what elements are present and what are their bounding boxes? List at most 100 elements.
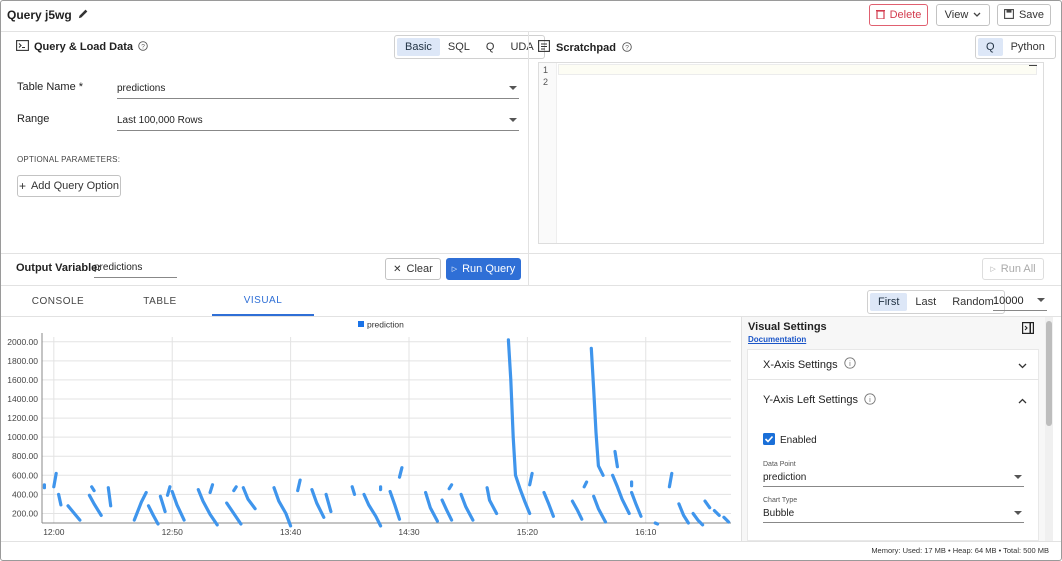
line-gutter <box>539 63 557 243</box>
data-point <box>592 494 608 524</box>
mode-uda[interactable]: UDA <box>502 38 541 56</box>
view-label: View <box>944 9 969 21</box>
x-tick-label: 12:00 <box>43 527 65 537</box>
table-name-select[interactable]: predictions <box>117 83 519 99</box>
memory-status: Memory: Used: 17 MB • Heap: 64 MB • Tota… <box>871 546 1049 555</box>
active-line <box>558 64 1037 75</box>
enabled-checkbox[interactable] <box>763 433 775 448</box>
y-axis-left-settings-section[interactable]: Y-Axis Left Settings i <box>747 381 1039 419</box>
data-point <box>570 499 584 521</box>
data-point <box>630 490 643 518</box>
query-title: Query j5wg <box>7 8 72 22</box>
view-button[interactable]: View <box>936 4 990 26</box>
enabled-label: Enabled <box>780 435 817 446</box>
output-variable-input[interactable]: predictions <box>94 262 177 278</box>
line-number: 1 <box>543 65 549 75</box>
data-point <box>232 485 238 493</box>
tab-console[interactable]: CONSOLE <box>7 286 109 316</box>
scratchpad-header: Scratchpad ? <box>538 40 632 55</box>
data-point <box>712 509 721 517</box>
paging-last[interactable]: Last <box>907 293 944 311</box>
run-all-label: Run All <box>1000 263 1036 275</box>
chart-type-select[interactable]: Bubble <box>763 508 1024 523</box>
table-name-label: Table Name * <box>17 81 84 93</box>
info-icon[interactable]: i <box>843 357 856 372</box>
lang-python[interactable]: Python <box>1003 38 1053 56</box>
data-point-select[interactable]: prediction <box>763 472 1024 487</box>
y-tick-label: 2000.00 <box>7 337 38 347</box>
chart-type-value: Bubble <box>763 508 795 519</box>
chevron-down-icon <box>973 9 981 21</box>
help-icon[interactable]: ? <box>138 40 148 54</box>
documentation-link[interactable]: Documentation <box>748 335 806 344</box>
run-all-button[interactable]: ▷ Run All <box>982 258 1044 280</box>
query-mode-switch: Basic SQL Q UDA <box>394 35 545 59</box>
save-button[interactable]: Save <box>997 4 1051 26</box>
paging-first[interactable]: First <box>870 293 908 311</box>
floppy-icon <box>1004 8 1014 22</box>
query-panel-header: Query & Load Data ? <box>16 40 148 54</box>
data-point <box>324 492 333 514</box>
scratchpad-editor[interactable]: 1 2 <box>538 62 1044 244</box>
scratchpad-lang-switch: Q Python <box>975 35 1056 59</box>
query-title-area: Query j5wg <box>7 8 89 22</box>
terminal-icon <box>16 40 29 54</box>
chart-type-label: Chart Type <box>763 497 798 504</box>
add-query-option-button[interactable]: + Add Query Option <box>17 175 121 197</box>
data-point <box>506 338 532 516</box>
data-point <box>66 504 82 522</box>
y-tick-label: 800.00 <box>12 451 38 461</box>
rows-value: 10000 <box>993 295 1024 307</box>
y-tick-label: 400.00 <box>12 489 38 499</box>
mode-sql[interactable]: SQL <box>440 38 478 56</box>
svg-text:i: i <box>869 395 871 404</box>
data-point <box>57 492 63 507</box>
data-point-value: prediction <box>763 472 807 483</box>
y-tick-label: 200.00 <box>12 508 38 518</box>
visual-settings-title: Visual Settings <box>748 321 827 333</box>
data-point-label: Data Point <box>763 461 796 468</box>
caret-down-icon <box>1014 511 1022 515</box>
table-name-value: predictions <box>117 83 166 94</box>
clear-label: Clear <box>406 263 433 275</box>
x-axis-settings-section[interactable]: X-Axis Settings i <box>747 350 1039 380</box>
clear-button[interactable]: ✕ Clear <box>385 258 441 280</box>
info-icon[interactable]: i <box>864 392 876 408</box>
rows-select[interactable]: 10000 <box>993 295 1047 311</box>
svg-text:i: i <box>849 359 851 368</box>
trash-icon <box>875 9 885 22</box>
lang-q[interactable]: Q <box>978 38 1003 56</box>
x-tick-label: 15:20 <box>517 527 539 537</box>
tab-visual[interactable]: VISUAL <box>212 286 314 316</box>
x-tick-label: 13:40 <box>280 527 302 537</box>
mode-basic[interactable]: Basic <box>397 38 440 56</box>
optional-parameters-label: OPTIONAL PARAMETERS: <box>17 155 121 164</box>
y-tick-label: 1600.00 <box>7 375 38 385</box>
y-tick-label: 1800.00 <box>7 356 38 366</box>
prediction-chart[interactable]: 2000.00 1800.00 1600.00 1400.00 1200.00 1000.… <box>1 317 739 541</box>
query-panel-title: Query & Load Data <box>34 41 134 53</box>
caret-down-icon <box>509 86 517 90</box>
data-point <box>582 480 589 489</box>
paging-switch: First Last Random <box>867 290 1005 314</box>
scrollbar-thumb[interactable] <box>1046 321 1052 426</box>
y-tick-label: 1000.00 <box>7 432 38 442</box>
chevron-up-icon <box>1018 393 1027 407</box>
help-icon[interactable]: ? <box>622 41 632 55</box>
pencil-icon[interactable] <box>78 8 89 22</box>
editor-overview-marker <box>1029 65 1037 66</box>
collapse-panel-icon[interactable] <box>1022 322 1035 337</box>
settings-scrollbar[interactable] <box>1045 317 1053 541</box>
play-icon: ▷ <box>451 266 458 273</box>
tab-table[interactable]: TABLE <box>109 286 211 316</box>
y-axis-left-settings-label: Y-Axis Left Settings <box>763 394 858 406</box>
data-point <box>350 485 357 496</box>
run-query-button[interactable]: ▷ Run Query <box>446 258 521 280</box>
data-point <box>296 478 302 493</box>
play-icon: ▷ <box>990 266 996 273</box>
x-tick-label: 12:50 <box>162 527 184 537</box>
range-select[interactable]: Last 100,000 Rows <box>117 115 519 131</box>
mode-q[interactable]: Q <box>478 38 503 56</box>
line-number: 2 <box>543 77 549 87</box>
delete-button[interactable]: Delete <box>869 4 928 26</box>
